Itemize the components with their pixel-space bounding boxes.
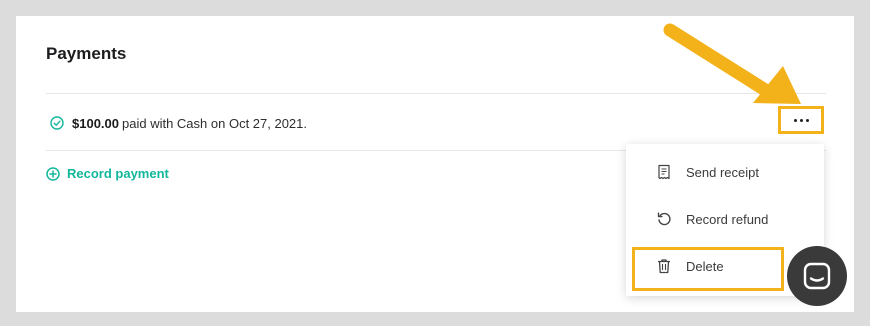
payment-summary: $100.00 paid with Cash on Oct 27, 2021.	[72, 116, 307, 131]
chat-launcher-button[interactable]	[787, 246, 847, 306]
payment-row: $100.00 paid with Cash on Oct 27, 2021.	[50, 113, 307, 133]
payment-amount: $100.00	[72, 115, 119, 131]
payment-description: paid with Cash on Oct 27, 2021.	[122, 115, 308, 131]
delete-highlight-box	[632, 247, 784, 291]
menu-item-label: Send receipt	[686, 164, 759, 180]
receipt-icon	[658, 164, 670, 180]
menu-item-label: Record refund	[686, 211, 769, 227]
section-title: Payments	[46, 44, 127, 63]
record-payment-label: Record payment	[67, 166, 169, 181]
plus-circle-icon	[46, 166, 60, 181]
chat-icon	[803, 262, 831, 290]
record-payment-button[interactable]: Record payment	[46, 166, 169, 181]
menu-item-record-refund[interactable]: Record refund	[626, 199, 824, 239]
divider	[46, 93, 826, 94]
menu-item-send-receipt[interactable]: Send receipt	[626, 152, 824, 192]
ellipsis-icon	[793, 118, 797, 122]
undo-icon	[657, 212, 671, 226]
more-options-button[interactable]	[778, 106, 824, 134]
check-circle-icon	[50, 116, 64, 130]
